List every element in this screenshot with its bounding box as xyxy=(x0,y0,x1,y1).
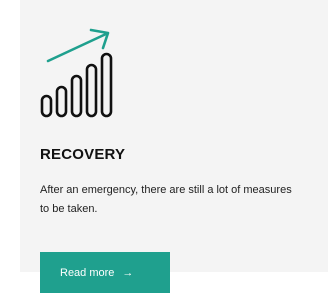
card-description: After an emergency, there are still a lo… xyxy=(40,184,292,215)
card-title: RECOVERY xyxy=(40,146,126,163)
arrow-right-icon: → xyxy=(122,266,134,279)
read-more-button[interactable]: Read more → xyxy=(40,252,170,293)
read-more-label: Read more xyxy=(60,266,115,279)
growth-chart-icon xyxy=(40,28,113,118)
